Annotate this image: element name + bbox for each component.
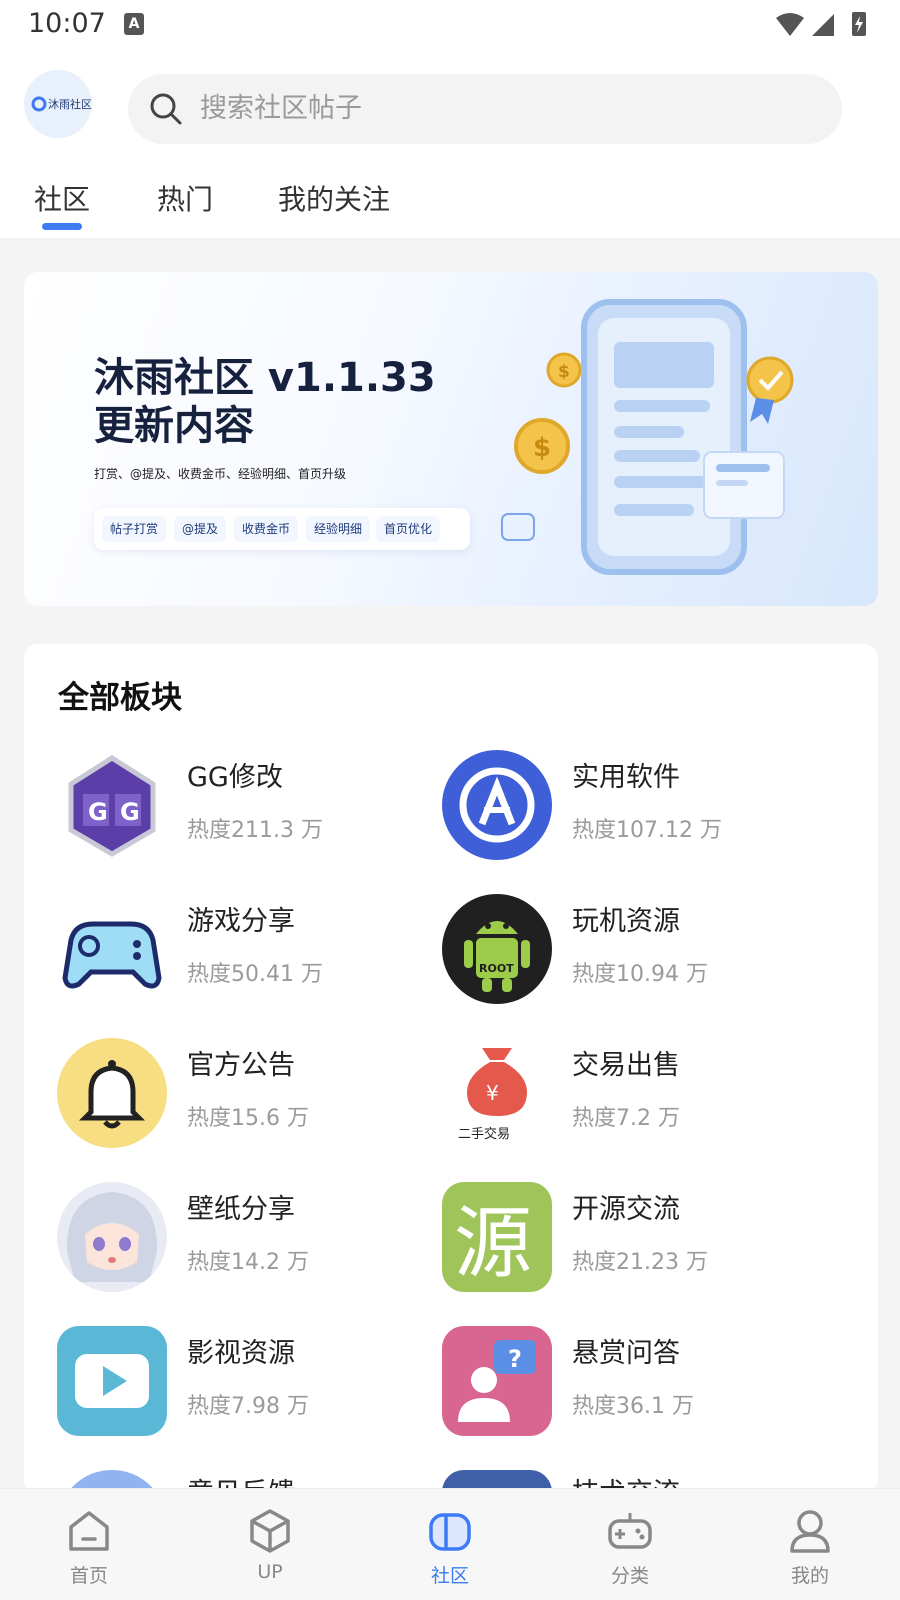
banner-tag: 经验明细: [306, 516, 371, 542]
board-name: 玩机资源: [572, 906, 680, 937]
banner-tags: 帖子打赏 @提及 收费金币 经验明细 首页优化: [94, 508, 470, 550]
nav-home[interactable]: 首页: [29, 1489, 149, 1600]
tab-following[interactable]: 我的关注: [278, 180, 390, 220]
board-name: 影视资源: [187, 1338, 295, 1369]
board-item-opensource[interactable]: 源 开源交流 热度21.23 万: [442, 1182, 832, 1294]
board-item-games[interactable]: 游戏分享 热度50.41 万: [57, 894, 447, 1006]
board-item-qa[interactable]: ? 悬赏问答 热度36.1 万: [442, 1326, 832, 1438]
gamepad-icon: [57, 894, 167, 1004]
board-item-announcements[interactable]: 官方公告 热度15.6 万: [57, 1038, 447, 1150]
board-item-root[interactable]: ROOT 玩机资源 热度10.94 万: [442, 894, 832, 1006]
money-bag-icon: ¥ 二手交易: [442, 1038, 552, 1148]
anime-girl-icon: [57, 1182, 167, 1292]
svg-text:?: ?: [508, 1345, 522, 1373]
banner-tag: 帖子打赏: [102, 516, 167, 542]
banner-tag: @提及: [174, 516, 227, 542]
svg-text:G: G: [120, 798, 140, 826]
nav-label: 分类: [610, 1565, 649, 1587]
nav-mine[interactable]: 我的: [750, 1489, 870, 1600]
update-banner[interactable]: 沐雨社区 v1.1.33 更新内容 打赏、@提及、收费金币、经验明细、首页升级 …: [24, 272, 878, 606]
user-icon: [790, 1510, 830, 1553]
board-name: GG修改: [187, 762, 283, 793]
banner-tag: 收费金币: [234, 516, 299, 542]
tab-community[interactable]: 社区: [34, 180, 90, 220]
svg-text:二手交易: 二手交易: [458, 1126, 510, 1142]
board-name: 壁纸分享: [187, 1194, 295, 1225]
svg-text:源: 源: [454, 1199, 532, 1289]
bottom-nav: 首页 UP 社区 分类 我的: [0, 1488, 900, 1600]
app-logo[interactable]: 沐雨社区: [24, 70, 92, 138]
banner-tag: 首页优化: [376, 516, 441, 542]
nav-label: 首页: [69, 1565, 108, 1587]
signal-icon: [812, 14, 834, 36]
logo-text: 沐雨社区: [48, 97, 92, 111]
board-item-trade[interactable]: ¥ 二手交易 交易出售 热度7.2 万: [442, 1038, 832, 1150]
board-name: 悬赏问答: [572, 1338, 680, 1369]
board-heat: 热度50.41 万: [187, 962, 323, 987]
status-time: 10:07: [28, 8, 106, 39]
status-bar: 10:07 A: [0, 0, 900, 50]
svg-text:ROOT: ROOT: [479, 962, 514, 975]
source-char-icon: 源: [442, 1182, 552, 1292]
board-heat: 热度36.1 万: [572, 1394, 694, 1419]
board-heat: 热度7.2 万: [572, 1106, 680, 1131]
nav-up[interactable]: UP: [210, 1489, 330, 1600]
cube-icon: [250, 1509, 290, 1553]
search-placeholder: 搜索社区帖子: [200, 93, 362, 124]
nav-label: 社区: [430, 1565, 469, 1587]
status-icons: [776, 12, 866, 36]
logo-icon: 沐雨社区: [31, 96, 92, 112]
board-name: 交易出售: [572, 1050, 680, 1081]
board-heat: 热度7.98 万: [187, 1394, 309, 1419]
question-user-icon: ?: [442, 1326, 552, 1436]
board-item-wallpaper[interactable]: 壁纸分享 热度14.2 万: [57, 1182, 447, 1294]
board-item-video[interactable]: 影视资源 热度7.98 万: [57, 1326, 447, 1438]
board-heat: 热度10.94 万: [572, 962, 708, 987]
boards-card: 全部板块 G G GG修改 热度211.3 万 实用软件 热度107.12 万: [24, 644, 878, 1494]
board-name: 开源交流: [572, 1194, 680, 1225]
banner-title-line2: 更新内容: [94, 403, 254, 449]
top-area: 10:07 A 沐雨社区 搜索社区帖子 社区 热门 我的关注: [0, 0, 900, 238]
board-item-apps[interactable]: 实用软件 热度107.12 万: [442, 750, 832, 862]
board-heat: 热度107.12 万: [572, 818, 722, 843]
tab-active-indicator: [42, 223, 82, 230]
gamepad-icon: [608, 1513, 652, 1549]
nav-community[interactable]: 社区: [390, 1489, 510, 1600]
board-heat: 热度211.3 万: [187, 818, 323, 843]
nav-label: 我的: [790, 1565, 829, 1587]
svg-text:G: G: [88, 798, 108, 826]
search-icon: [150, 93, 182, 125]
board-item-gg[interactable]: G G GG修改 热度211.3 万: [57, 750, 447, 862]
community-icon: [429, 1513, 471, 1551]
wifi-icon: [776, 13, 804, 36]
play-icon: [57, 1326, 167, 1436]
gg-icon: G G: [57, 750, 167, 860]
android-root-icon: ROOT: [442, 894, 552, 1004]
svg-text:$: $: [533, 433, 551, 463]
board-heat: 热度15.6 万: [187, 1106, 309, 1131]
nav-label: UP: [257, 1561, 283, 1583]
banner-subtitle: 打赏、@提及、收费金币、经验明细、首页升级: [94, 467, 347, 481]
home-icon: [69, 1511, 109, 1551]
board-name: 官方公告: [187, 1050, 295, 1081]
svg-text:¥: ¥: [486, 1081, 499, 1105]
board-name: 实用软件: [572, 762, 680, 793]
tab-hot[interactable]: 热门: [157, 180, 213, 220]
app-store-icon: [442, 750, 552, 860]
bell-icon: [57, 1038, 167, 1148]
search-bar[interactable]: 搜索社区帖子: [128, 74, 842, 144]
phone-illustration: $ $: [501, 299, 794, 575]
svg-text:$: $: [558, 362, 570, 382]
nav-category[interactable]: 分类: [570, 1489, 690, 1600]
notification-icon: A: [124, 13, 144, 35]
boards-title: 全部板块: [58, 680, 182, 716]
board-heat: 热度21.23 万: [572, 1250, 708, 1275]
board-name: 游戏分享: [187, 906, 295, 937]
banner-title: 沐雨社区 v1.1.33: [94, 355, 436, 401]
board-heat: 热度14.2 万: [187, 1250, 309, 1275]
